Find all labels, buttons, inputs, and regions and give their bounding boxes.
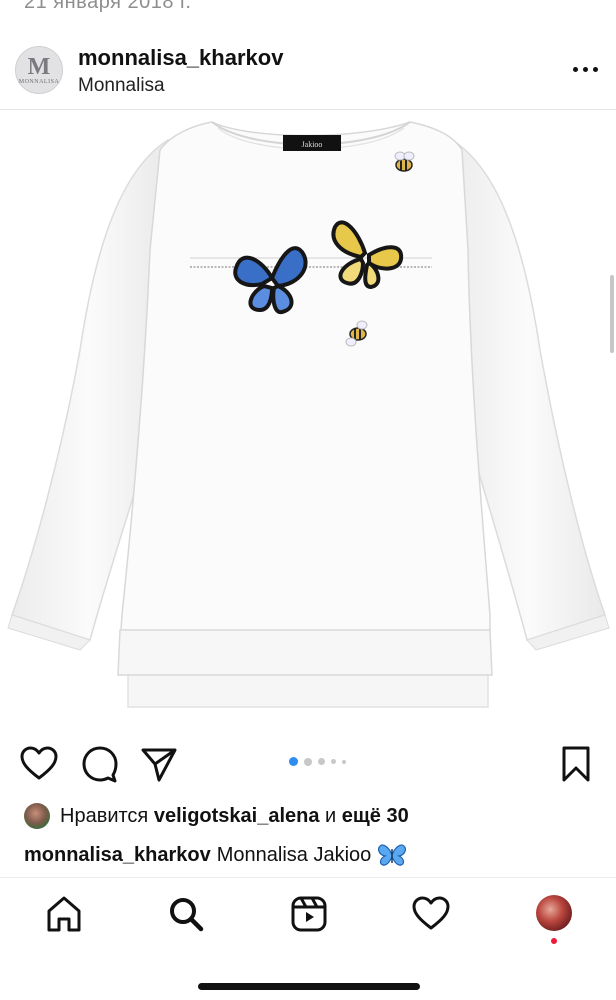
avatar-brand-text: MONNALISA	[18, 79, 60, 85]
activity-heart-icon[interactable]	[411, 894, 451, 934]
home-icon[interactable]	[44, 894, 84, 934]
likes-user[interactable]: veligotskai_alena	[154, 805, 320, 828]
butterfly-emoji-icon	[378, 844, 407, 866]
home-indicator[interactable]	[198, 983, 420, 990]
paper-plane-icon[interactable]	[139, 744, 179, 784]
carousel-dot	[342, 759, 346, 764]
caption-username[interactable]: monnalisa_kharkov	[24, 844, 211, 867]
scroll-indicator[interactable]	[610, 275, 614, 353]
post-location[interactable]: Monnalisa	[78, 75, 165, 97]
likes-summary[interactable]: Нравится veligotskai_alena и ещё 30	[24, 802, 409, 830]
post-caption: monnalisa_kharkov Monnalisa Jakioo	[24, 843, 407, 867]
garment-image: Jakioo	[7, 121, 610, 708]
search-icon[interactable]	[166, 894, 206, 934]
likes-prefix: Нравится	[60, 804, 149, 827]
like-heart-icon[interactable]	[19, 744, 59, 784]
liker-avatar	[24, 803, 50, 829]
carousel-dot	[331, 759, 336, 764]
more-options-button[interactable]	[568, 60, 602, 78]
garment-hem-band	[117, 629, 493, 676]
post-date-text: 21 января 2018 г.	[24, 0, 192, 13]
notification-dot	[551, 938, 557, 944]
post-username[interactable]: monnalisa_kharkov	[78, 45, 283, 71]
carousel-indicator	[289, 757, 346, 766]
post-header: M MONNALISA monnalisa_kharkov Monnalisa	[0, 30, 616, 108]
ellipsis-icon	[572, 66, 578, 72]
likes-more[interactable]: ещё 30	[342, 805, 409, 828]
comment-bubble-icon[interactable]	[80, 744, 120, 784]
bee-top	[394, 151, 415, 172]
post-image[interactable]: Jakioo	[0, 110, 616, 740]
carousel-dot-active	[289, 757, 298, 766]
svg-text:Jakioo: Jakioo	[302, 140, 323, 149]
reels-icon[interactable]	[289, 894, 329, 934]
carousel-dot	[304, 757, 312, 766]
account-avatar[interactable]: M MONNALISA	[15, 46, 63, 94]
post-actions-bar	[0, 742, 616, 788]
carousel-dot	[318, 758, 325, 765]
bookmark-outline-icon[interactable]	[556, 744, 596, 784]
caption-text: Monnalisa Jakioo	[216, 843, 372, 866]
avatar-monogram: M	[27, 54, 51, 80]
garment-body	[119, 121, 491, 646]
bottom-tab-bar	[0, 877, 616, 1000]
likes-conjunction: и	[325, 804, 337, 827]
profile-avatar-tab[interactable]	[536, 895, 572, 931]
